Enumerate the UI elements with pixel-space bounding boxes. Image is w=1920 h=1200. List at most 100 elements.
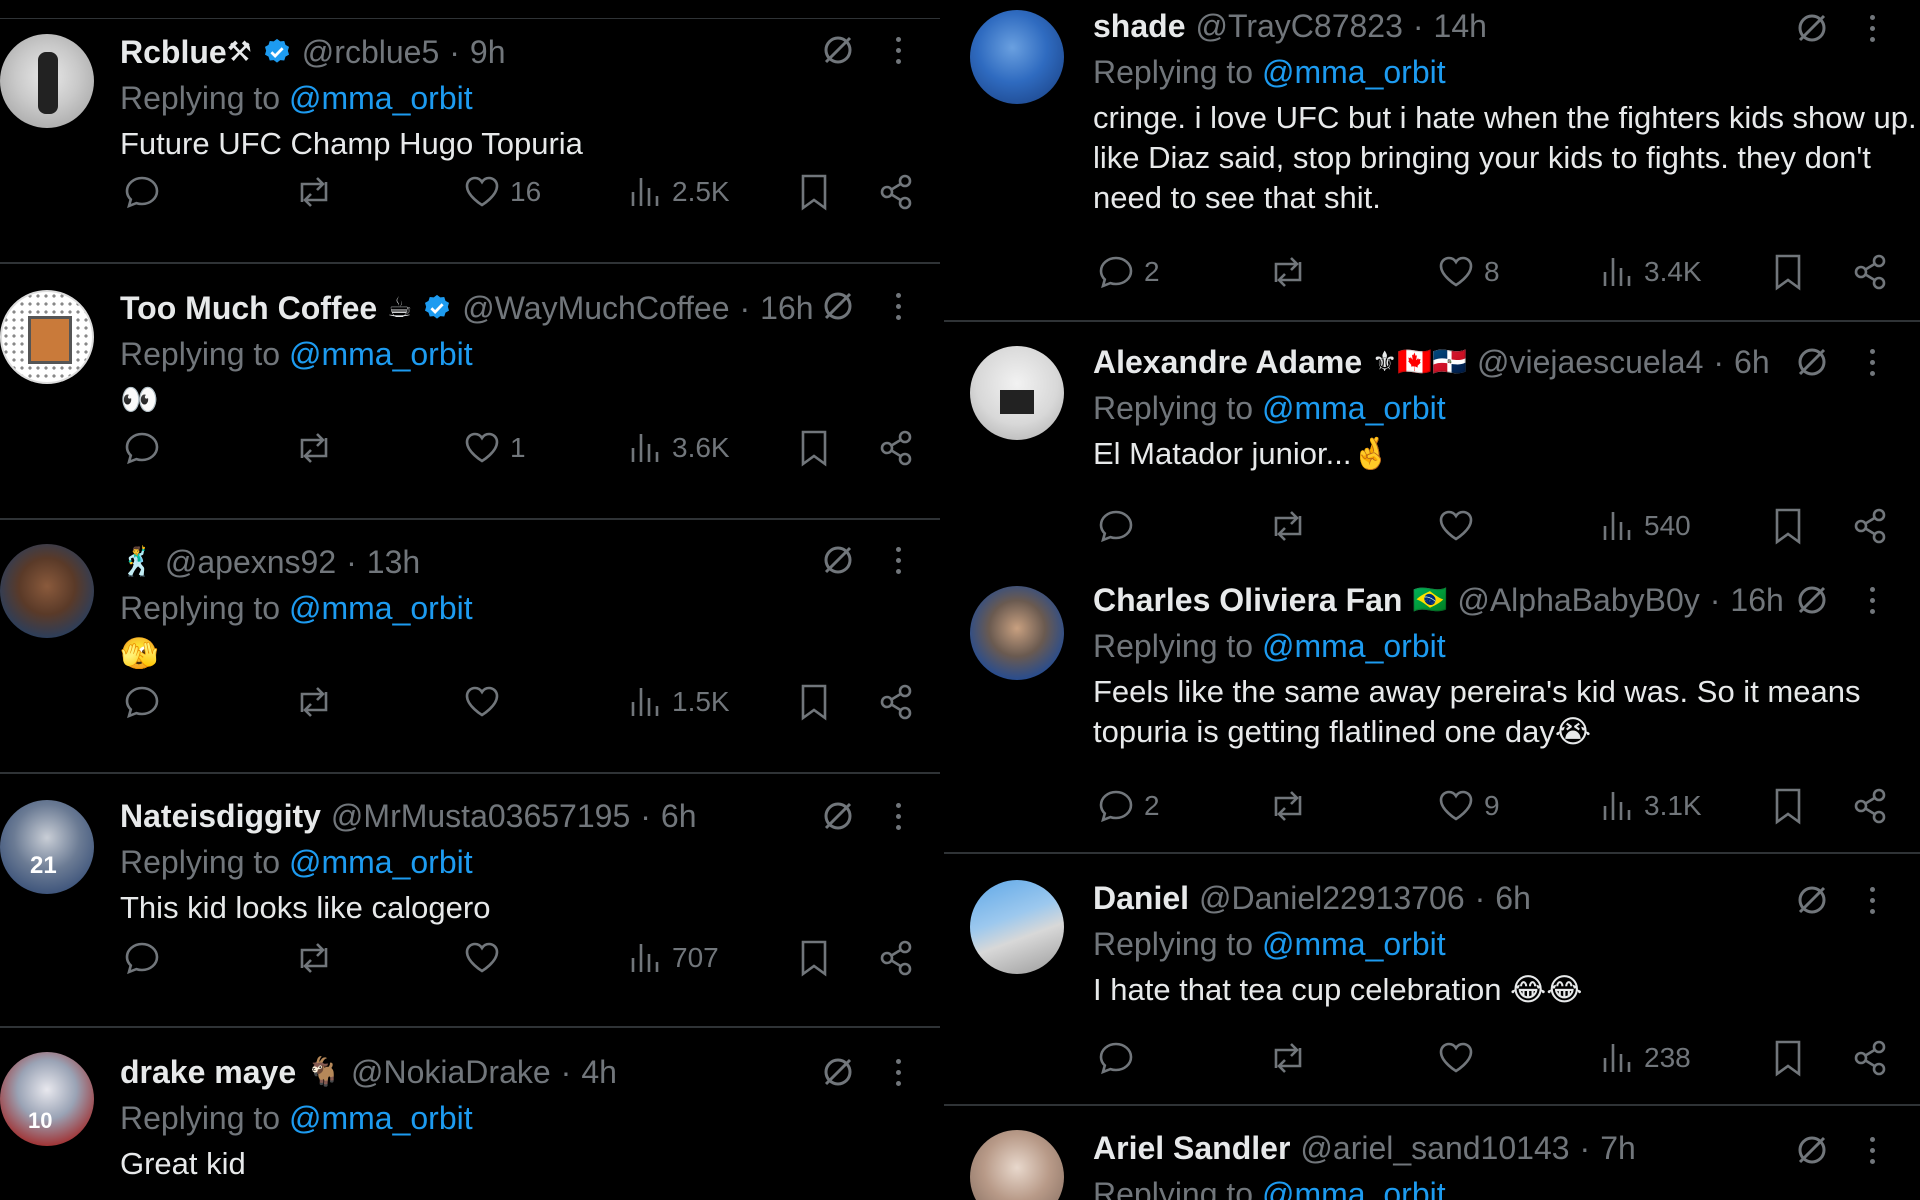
mention-link[interactable]: @mma_orbit bbox=[289, 336, 473, 372]
grok-icon[interactable] bbox=[1794, 10, 1830, 46]
more-options-icon[interactable] bbox=[1870, 1136, 1875, 1164]
avatar[interactable] bbox=[970, 1130, 1064, 1200]
repost-action[interactable] bbox=[292, 682, 336, 722]
share-action[interactable] bbox=[876, 172, 916, 212]
reply-action[interactable] bbox=[1096, 1038, 1144, 1078]
views-action[interactable]: 3.6K bbox=[628, 428, 730, 468]
share-action[interactable] bbox=[876, 428, 916, 468]
display-name[interactable]: drake maye bbox=[120, 1052, 296, 1092]
timestamp[interactable]: 6h bbox=[661, 796, 697, 836]
user-handle[interactable]: @AlphaBabyB0y bbox=[1457, 580, 1699, 620]
avatar[interactable] bbox=[0, 34, 94, 128]
grok-icon[interactable] bbox=[820, 798, 856, 834]
display-name[interactable]: Daniel bbox=[1093, 878, 1189, 918]
mention-link[interactable]: @mma_orbit bbox=[1262, 628, 1446, 664]
display-name[interactable]: Charles Oliviera Fan bbox=[1093, 580, 1402, 620]
timestamp[interactable]: 9h bbox=[470, 32, 506, 72]
avatar[interactable] bbox=[0, 544, 94, 638]
mention-link[interactable]: @mma_orbit bbox=[289, 80, 473, 116]
avatar[interactable] bbox=[0, 290, 94, 384]
share-action[interactable] bbox=[1850, 786, 1890, 826]
timestamp[interactable]: 13h bbox=[367, 542, 420, 582]
mention-link[interactable]: @mma_orbit bbox=[1262, 54, 1446, 90]
grok-icon[interactable] bbox=[820, 1054, 856, 1090]
timestamp[interactable]: 7h bbox=[1600, 1128, 1636, 1168]
share-action[interactable] bbox=[1850, 1038, 1890, 1078]
share-action[interactable] bbox=[876, 682, 916, 722]
like-action[interactable] bbox=[462, 682, 510, 722]
user-handle[interactable]: @NokiaDrake bbox=[351, 1052, 551, 1092]
display-name[interactable]: Ariel Sandler bbox=[1093, 1128, 1290, 1168]
grok-icon[interactable] bbox=[1794, 1132, 1830, 1168]
views-action[interactable]: 540 bbox=[1600, 506, 1691, 546]
bookmark-action[interactable] bbox=[796, 172, 832, 212]
reply-tweet[interactable]: Charles Oliviera Fan 🇧🇷 @AlphaBabyB0y · 1… bbox=[944, 556, 1920, 854]
avatar[interactable] bbox=[970, 880, 1064, 974]
bookmark-action[interactable] bbox=[796, 428, 832, 468]
more-options-icon[interactable] bbox=[896, 36, 901, 64]
repost-action[interactable] bbox=[292, 428, 336, 468]
views-action[interactable]: 3.1K bbox=[1600, 786, 1702, 826]
grok-icon[interactable] bbox=[820, 288, 856, 324]
views-action[interactable]: 2.5K bbox=[628, 172, 730, 212]
share-action[interactable] bbox=[1850, 252, 1890, 292]
grok-icon[interactable] bbox=[1794, 882, 1830, 918]
reply-tweet[interactable]: Daniel @Daniel22913706 · 6h Replying to … bbox=[944, 854, 1920, 1106]
user-handle[interactable]: @TrayC87823 bbox=[1195, 6, 1402, 46]
share-action[interactable] bbox=[876, 938, 916, 978]
reply-action[interactable] bbox=[122, 938, 170, 978]
timestamp[interactable]: 16h bbox=[760, 288, 813, 328]
display-name[interactable]: Too Much Coffee bbox=[120, 288, 377, 328]
bookmark-action[interactable] bbox=[1770, 252, 1806, 292]
reply-action[interactable] bbox=[122, 682, 170, 722]
bookmark-action[interactable] bbox=[1770, 1038, 1806, 1078]
timestamp[interactable]: 14h bbox=[1434, 6, 1487, 46]
mention-link[interactable]: @mma_orbit bbox=[1262, 926, 1446, 962]
like-action[interactable]: 8 bbox=[1436, 252, 1500, 292]
like-action[interactable] bbox=[1436, 1038, 1484, 1078]
reply-tweet[interactable]: Too Much Coffee ☕ @WayMuchCoffee · 16h Re… bbox=[0, 264, 940, 520]
repost-action[interactable] bbox=[1266, 1038, 1310, 1078]
display-name[interactable]: Alexandre Adame bbox=[1093, 342, 1362, 382]
mention-link[interactable]: @mma_orbit bbox=[1262, 1176, 1446, 1200]
avatar[interactable] bbox=[970, 586, 1064, 680]
reply-action[interactable] bbox=[122, 172, 170, 212]
views-action[interactable]: 1.5K bbox=[628, 682, 730, 722]
user-handle[interactable]: @WayMuchCoffee bbox=[462, 288, 729, 328]
user-handle[interactable]: @viejaescuela4 bbox=[1477, 342, 1703, 382]
user-handle[interactable]: @rcblue5 bbox=[302, 32, 439, 72]
bookmark-action[interactable] bbox=[1770, 786, 1806, 826]
repost-action[interactable] bbox=[292, 938, 336, 978]
user-handle[interactable]: @MrMusta03657195 bbox=[331, 796, 630, 836]
like-action[interactable]: 9 bbox=[1436, 786, 1500, 826]
views-action[interactable]: 238 bbox=[1600, 1038, 1691, 1078]
display-name[interactable]: Nateisdiggity bbox=[120, 796, 321, 836]
reply-action[interactable]: 2 bbox=[1096, 252, 1160, 292]
avatar[interactable]: 21 bbox=[0, 800, 94, 894]
reply-tweet[interactable]: Rcblue ⚒ @rcblue5 · 9h Replying to @mma_o… bbox=[0, 18, 940, 264]
grok-icon[interactable] bbox=[1794, 344, 1830, 380]
grok-icon[interactable] bbox=[820, 32, 856, 68]
bookmark-action[interactable] bbox=[796, 938, 832, 978]
grok-icon[interactable] bbox=[1794, 582, 1830, 618]
like-action[interactable] bbox=[1436, 506, 1484, 546]
display-name[interactable]: Rcblue bbox=[120, 32, 227, 72]
repost-action[interactable] bbox=[1266, 506, 1310, 546]
timestamp[interactable]: 4h bbox=[581, 1052, 617, 1092]
reply-tweet[interactable]: Ariel Sandler @ariel_sand10143 · 7h Repl… bbox=[944, 1106, 1920, 1200]
display-name[interactable]: shade bbox=[1093, 6, 1185, 46]
user-handle[interactable]: @Daniel22913706 bbox=[1199, 878, 1465, 918]
repost-action[interactable] bbox=[1266, 786, 1310, 826]
avatar[interactable] bbox=[970, 346, 1064, 440]
more-options-icon[interactable] bbox=[896, 802, 901, 830]
grok-icon[interactable] bbox=[820, 542, 856, 578]
like-action[interactable]: 16 bbox=[462, 172, 541, 212]
views-action[interactable]: 707 bbox=[628, 938, 719, 978]
repost-action[interactable] bbox=[1266, 252, 1310, 292]
reply-tweet[interactable]: Alexandre Adame ⚜🇨🇦🇩🇴 @viejaescuela4 · 6h… bbox=[944, 322, 1920, 556]
reply-action[interactable]: 2 bbox=[1096, 786, 1160, 826]
reply-tweet[interactable]: 🕺 @apexns92 · 13h Replying to @mma_orbit… bbox=[0, 520, 940, 774]
reply-action[interactable] bbox=[122, 428, 170, 468]
avatar[interactable] bbox=[970, 10, 1064, 104]
more-options-icon[interactable] bbox=[896, 546, 901, 574]
